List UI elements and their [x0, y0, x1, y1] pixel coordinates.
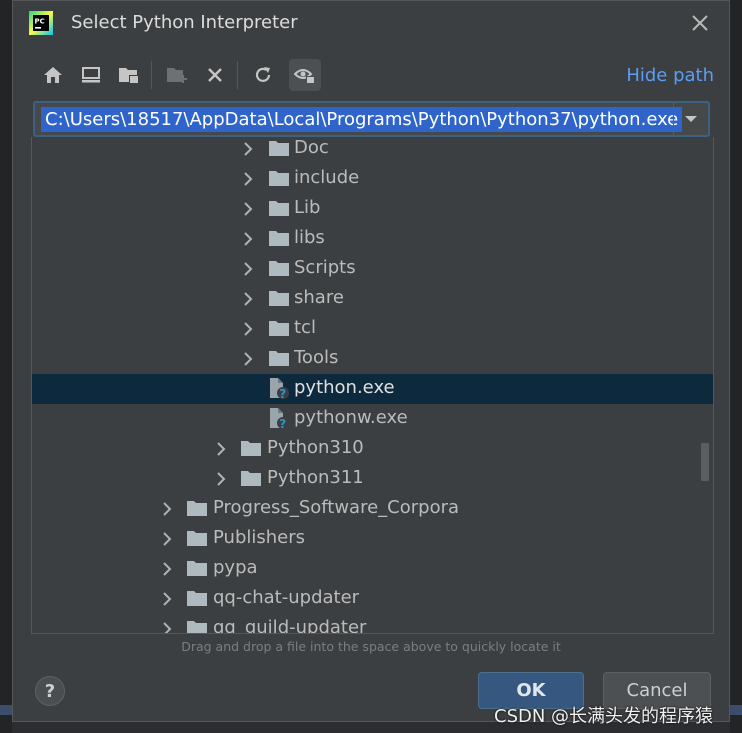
folder-icon — [186, 499, 208, 519]
folder-icon — [240, 469, 262, 489]
chevron-right-icon[interactable] — [241, 261, 255, 277]
chevron-right-icon[interactable] — [160, 591, 174, 607]
tree-file-row[interactable]: ? pythonw.exe — [32, 404, 713, 434]
delete-icon[interactable] — [199, 59, 231, 91]
tree-folder-row[interactable]: share — [32, 284, 713, 314]
tree-item-label: Progress_Software_Corpora — [213, 497, 460, 518]
refresh-icon[interactable] — [247, 59, 279, 91]
folder-icon — [186, 619, 208, 633]
path-combobox[interactable]: C:\Users\18517\AppData\Local\Programs\Py… — [33, 101, 710, 137]
folder-icon — [240, 439, 262, 459]
tree-folder-row[interactable]: Publishers — [32, 524, 713, 554]
chevron-right-icon[interactable] — [160, 561, 174, 577]
tree-folder-row[interactable]: Scripts — [32, 254, 713, 284]
csdn-watermark: CSDN @长满头发的程序猿 — [494, 706, 714, 727]
dialog-title: Select Python Interpreter — [71, 12, 298, 33]
tree-item-label: Tools — [294, 347, 339, 368]
folder-icon — [268, 199, 290, 219]
chevron-right-icon[interactable] — [241, 201, 255, 217]
python-file-icon: ? — [268, 377, 290, 401]
tree-item-label: Publishers — [213, 527, 306, 548]
folder-icon — [186, 559, 208, 579]
tree-item-label: python.exe — [294, 377, 395, 398]
desktop-icon[interactable] — [75, 59, 107, 91]
tree-folder-row[interactable]: tcl — [32, 314, 713, 344]
folder-icon — [268, 139, 290, 159]
tree-folder-row[interactable]: Python310 — [32, 434, 713, 464]
svg-text:?: ? — [279, 387, 286, 401]
tree-item-label: share — [294, 287, 344, 308]
chevron-right-icon[interactable] — [241, 351, 255, 367]
file-tree[interactable]: Doc include Lib libs Scripts share tcl Tools? py… — [31, 137, 714, 634]
help-button[interactable]: ? — [35, 676, 65, 706]
folder-icon — [268, 289, 290, 309]
chevron-right-icon[interactable] — [241, 171, 255, 187]
hide-path-link[interactable]: Hide path — [626, 65, 714, 86]
tree-item-label: Doc — [294, 137, 329, 158]
chevron-right-icon[interactable] — [160, 621, 174, 633]
drag-drop-hint: Drag and drop a file into the space abov… — [181, 639, 561, 654]
chevron-right-icon[interactable] — [160, 501, 174, 517]
chevron-right-icon[interactable] — [214, 471, 228, 487]
tree-folder-row[interactable]: qq-chat-updater — [32, 584, 713, 614]
tree-folder-row[interactable]: pypa — [32, 554, 713, 584]
title-bar: PC Select Python Interpreter — [13, 1, 729, 45]
new-folder-icon[interactable] — [161, 59, 193, 91]
tree-folder-row[interactable]: libs — [32, 224, 713, 254]
tree-item-label: Scripts — [294, 257, 356, 278]
tree-folder-row[interactable]: qq_guild-updater — [32, 614, 713, 634]
svg-text:?: ? — [279, 417, 286, 431]
chevron-right-icon[interactable] — [241, 321, 255, 337]
chevron-right-icon[interactable] — [214, 441, 228, 457]
tree-item-label: include — [294, 167, 360, 188]
tree-file-row[interactable]: ? python.exe — [32, 374, 713, 404]
tree-item-label: qq_guild-updater — [213, 617, 367, 634]
chevron-right-icon[interactable] — [160, 531, 174, 547]
app-icon-text: PC — [35, 18, 45, 26]
close-icon[interactable] — [687, 10, 713, 36]
tree-folder-row[interactable]: Doc — [32, 137, 713, 164]
tree-item-label: qq-chat-updater — [213, 587, 360, 608]
tree-folder-row[interactable]: include — [32, 164, 713, 194]
folder-icon — [268, 349, 290, 369]
folder-icon — [186, 589, 208, 609]
tree-folder-row[interactable]: Lib — [32, 194, 713, 224]
tree-item-label: pythonw.exe — [294, 407, 408, 428]
tree-scrollbar[interactable] — [701, 443, 709, 481]
folder-icon — [268, 319, 290, 339]
select-interpreter-dialog: PC Select Python Interpreter Hide path C… — [12, 0, 730, 722]
project-folder-icon[interactable] — [113, 59, 145, 91]
folder-icon — [268, 259, 290, 279]
tree-folder-row[interactable]: Tools — [32, 344, 713, 374]
tree-folder-row[interactable]: Progress_Software_Corpora — [32, 494, 713, 524]
tree-item-label: libs — [294, 227, 325, 248]
file-chooser-toolbar — [37, 59, 337, 93]
chevron-right-icon[interactable] — [241, 291, 255, 307]
path-input[interactable]: C:\Users\18517\AppData\Local\Programs\Py… — [41, 107, 683, 132]
chevron-right-icon[interactable] — [241, 231, 255, 247]
tree-item-label: Python310 — [267, 437, 364, 458]
tree-item-label: Python311 — [267, 467, 364, 488]
tree-item-label: tcl — [294, 317, 316, 338]
chevron-right-icon[interactable] — [241, 141, 255, 157]
folder-icon — [268, 229, 290, 249]
home-icon[interactable] — [37, 59, 69, 91]
show-hidden-icon[interactable] — [289, 59, 321, 91]
tree-item-label: Lib — [294, 197, 321, 218]
folder-icon — [268, 169, 290, 189]
pycharm-logo-icon: PC — [29, 11, 53, 35]
tree-folder-row[interactable]: Python311 — [32, 464, 713, 494]
chevron-down-icon[interactable] — [673, 103, 708, 135]
tree-item-label: pypa — [213, 557, 258, 578]
python-file-icon: ? — [268, 407, 290, 431]
folder-icon — [186, 529, 208, 549]
